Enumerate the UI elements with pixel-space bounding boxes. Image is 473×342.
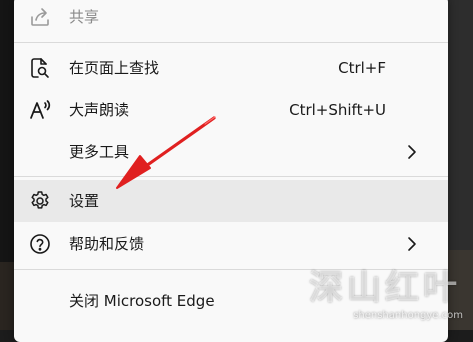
chevron-right-icon xyxy=(406,143,418,161)
menu-item-read-aloud[interactable]: 大声朗读 Ctrl+Shift+U xyxy=(14,89,448,131)
chevron-right-icon xyxy=(406,235,418,253)
menu-item-share: 共享 xyxy=(14,0,448,38)
read-aloud-icon xyxy=(28,98,52,122)
find-icon xyxy=(28,56,52,80)
shortcut-label: Ctrl+Shift+U xyxy=(289,101,386,119)
menu-item-settings[interactable]: 设置 xyxy=(14,180,448,222)
menu-item-label: 关闭 Microsoft Edge xyxy=(69,292,215,310)
watermark: 深山红叶 shenshanhongye.com xyxy=(309,268,467,326)
menu-item-label: 设置 xyxy=(69,192,100,210)
menu-item-label: 更多工具 xyxy=(69,143,130,161)
menu-item-more-tools[interactable]: 更多工具 xyxy=(14,131,448,173)
menu-item-label: 帮助和反馈 xyxy=(69,235,145,253)
browser-background-left-image xyxy=(0,262,14,330)
share-icon xyxy=(28,5,52,29)
watermark-url: shenshanhongye.com xyxy=(353,310,463,321)
menu-item-label: 在页面上查找 xyxy=(69,59,160,77)
menu-item-label: 大声朗读 xyxy=(69,101,130,119)
help-icon xyxy=(28,232,52,256)
shortcut-label: Ctrl+F xyxy=(338,59,386,77)
menu-item-label: 共享 xyxy=(69,8,100,26)
gear-icon xyxy=(28,189,52,213)
menu-item-find-on-page[interactable]: 在页面上查找 Ctrl+F xyxy=(14,47,448,89)
watermark-title: 深山红叶 xyxy=(309,268,461,308)
divider xyxy=(14,176,448,177)
menu-item-help-feedback[interactable]: 帮助和反馈 xyxy=(14,223,448,265)
divider xyxy=(14,42,448,43)
